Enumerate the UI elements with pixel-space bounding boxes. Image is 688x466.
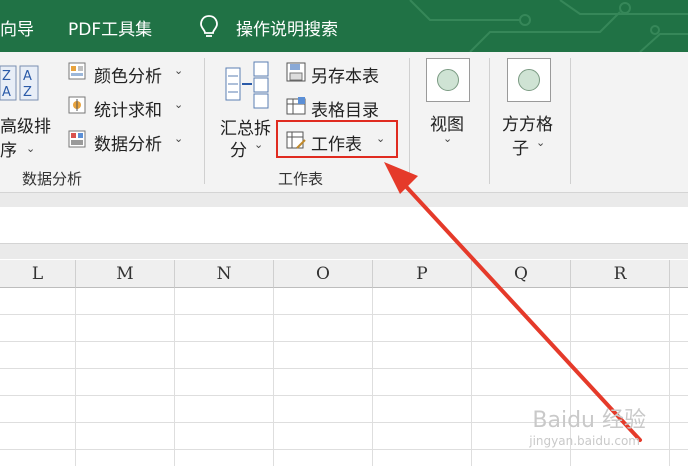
baidu-watermark-url: jingyan.baidu.com xyxy=(529,434,640,448)
annotation-arrow xyxy=(384,162,642,442)
baidu-watermark: Baidu 经验 xyxy=(532,408,646,433)
